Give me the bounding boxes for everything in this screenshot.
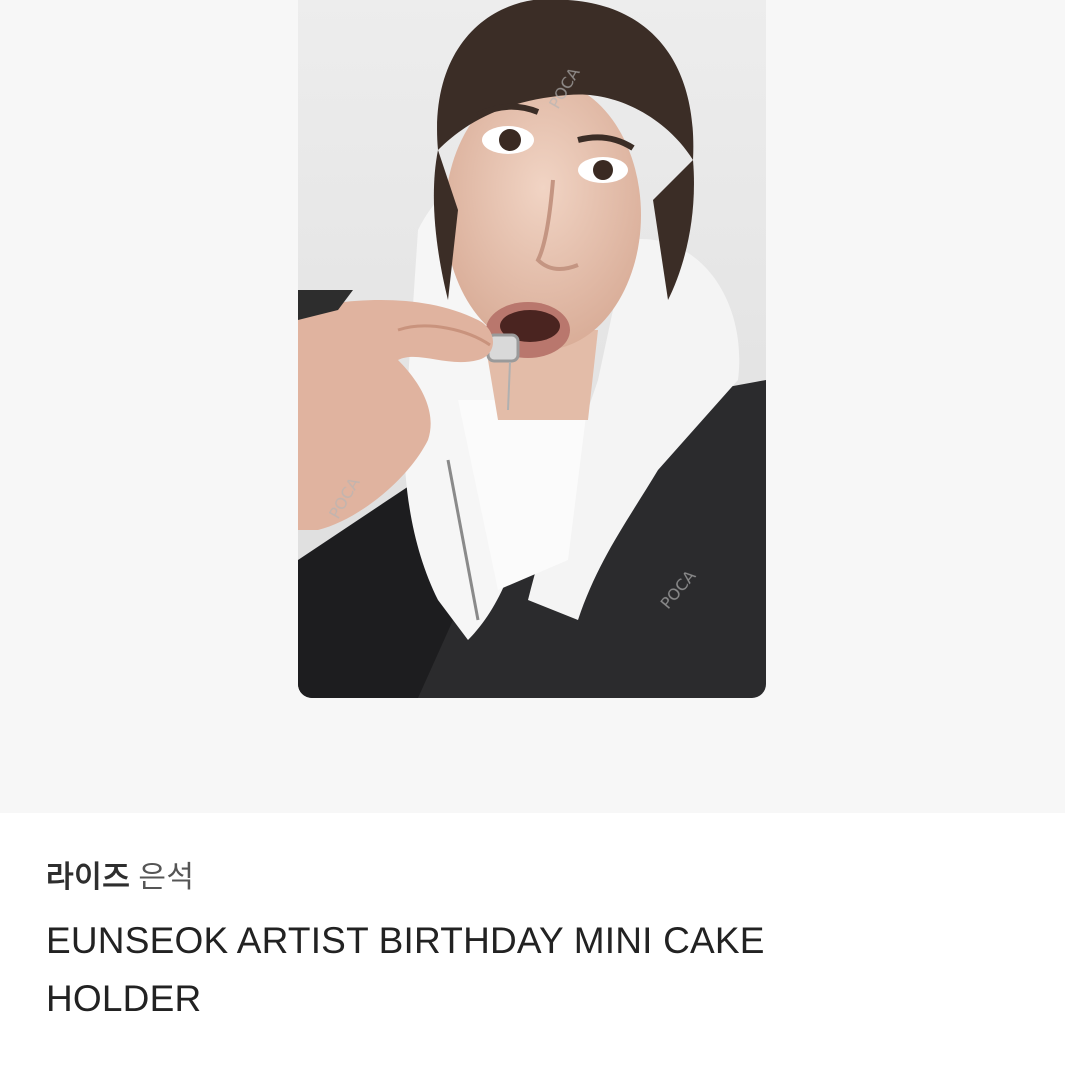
artist-line: 라이즈 은석 [46, 858, 1025, 898]
photocard-image: POCA POCA POCA [298, 0, 766, 698]
product-info: 라이즈 은석 EUNSEOK ARTIST BIRTHDAY MINI CAKE … [46, 858, 1025, 1028]
product-title: EUNSEOK ARTIST BIRTHDAY MINI CAKE HOLDER [46, 920, 765, 1019]
product-image-area[interactable]: POCA POCA POCA [0, 0, 1065, 813]
member-name: 은석 [138, 861, 195, 894]
group-name[interactable]: 라이즈 [46, 861, 130, 894]
